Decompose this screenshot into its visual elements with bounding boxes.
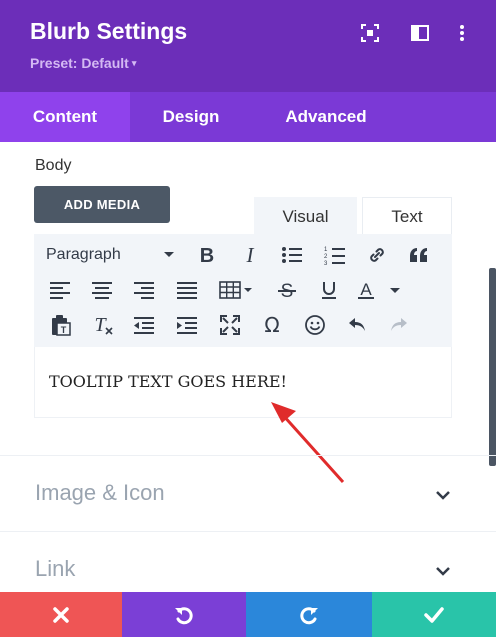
preset-selector[interactable]: Preset: Default ▾: [30, 55, 136, 71]
underline-icon[interactable]: [316, 277, 342, 303]
svg-text:I: I: [246, 245, 255, 265]
settings-header: Blurb Settings Preset: Default ▾: [0, 0, 496, 92]
redo-button[interactable]: [246, 592, 372, 637]
checkmark-icon: [424, 606, 444, 623]
align-right-icon[interactable]: [131, 277, 157, 303]
clear-formatting-icon[interactable]: T: [90, 312, 116, 338]
cancel-button[interactable]: [0, 592, 122, 637]
footer-actions: [0, 592, 496, 637]
svg-text:T: T: [94, 314, 107, 336]
svg-text:1: 1: [324, 247, 328, 253]
bullet-list-icon[interactable]: [279, 242, 305, 268]
section-image-icon-label: Image & Icon: [35, 480, 165, 505]
chevron-down-icon: [436, 487, 450, 505]
body-label: Body: [35, 157, 72, 174]
svg-text:3: 3: [324, 261, 328, 265]
editor-tab-text[interactable]: Text: [362, 197, 452, 234]
sidebar-icon[interactable]: [409, 22, 431, 44]
strikethrough-icon[interactable]: S: [274, 277, 300, 303]
outdent-icon[interactable]: [131, 312, 157, 338]
bold-icon[interactable]: B: [194, 242, 220, 268]
tab-content[interactable]: Content: [0, 92, 130, 142]
indent-icon[interactable]: [174, 312, 200, 338]
focus-icon[interactable]: [359, 22, 381, 44]
svg-text:B: B: [200, 245, 214, 265]
align-justify-icon[interactable]: [174, 277, 200, 303]
text-color-icon[interactable]: A: [356, 277, 402, 303]
emoticon-icon[interactable]: [302, 312, 328, 338]
redo-icon[interactable]: [386, 312, 412, 338]
preset-label: Preset: Default: [30, 55, 129, 71]
preset-caret-icon: ▾: [131, 58, 137, 68]
svg-text:2: 2: [324, 254, 328, 260]
undo-icon[interactable]: [344, 312, 370, 338]
paste-text-icon[interactable]: T: [47, 312, 73, 338]
section-divider: [0, 455, 496, 456]
chevron-down-icon: [164, 252, 174, 257]
redo-icon: [300, 606, 318, 624]
scrollbar[interactable]: [489, 268, 496, 466]
more-vertical-icon[interactable]: [451, 22, 473, 44]
svg-text:T: T: [61, 325, 67, 335]
svg-text:A: A: [360, 280, 372, 299]
tab-design[interactable]: Design: [146, 92, 236, 142]
undo-button[interactable]: [122, 592, 246, 637]
align-left-icon[interactable]: [47, 277, 73, 303]
blockquote-icon[interactable]: [406, 242, 432, 268]
italic-icon[interactable]: I: [237, 242, 263, 268]
link-icon[interactable]: [364, 242, 390, 268]
modal-title: Blurb Settings: [30, 18, 188, 44]
editor-content-text[interactable]: TOOLTIP TEXT GOES HERE!: [49, 372, 287, 391]
settings-tabs: Content Design Advanced: [0, 92, 496, 142]
special-character-icon[interactable]: Ω: [259, 312, 285, 338]
fullscreen-icon[interactable]: [217, 312, 243, 338]
close-icon: [53, 606, 69, 623]
section-link-label: Link: [35, 556, 76, 581]
format-select[interactable]: Paragraph: [46, 242, 180, 268]
tab-advanced[interactable]: Advanced: [270, 92, 382, 142]
format-select-value: Paragraph: [46, 246, 121, 263]
numbered-list-icon[interactable]: 1 2 3: [322, 242, 348, 268]
save-button[interactable]: [372, 592, 496, 637]
section-divider: [0, 531, 496, 532]
table-icon[interactable]: [218, 277, 256, 303]
add-media-button[interactable]: ADD MEDIA: [34, 186, 170, 223]
align-center-icon[interactable]: [89, 277, 115, 303]
svg-text:Ω: Ω: [264, 314, 279, 336]
chevron-down-icon: [436, 563, 450, 581]
editor-tab-visual[interactable]: Visual: [254, 197, 357, 234]
section-image-icon[interactable]: Image & Icon: [0, 466, 496, 524]
undo-icon: [175, 606, 193, 624]
